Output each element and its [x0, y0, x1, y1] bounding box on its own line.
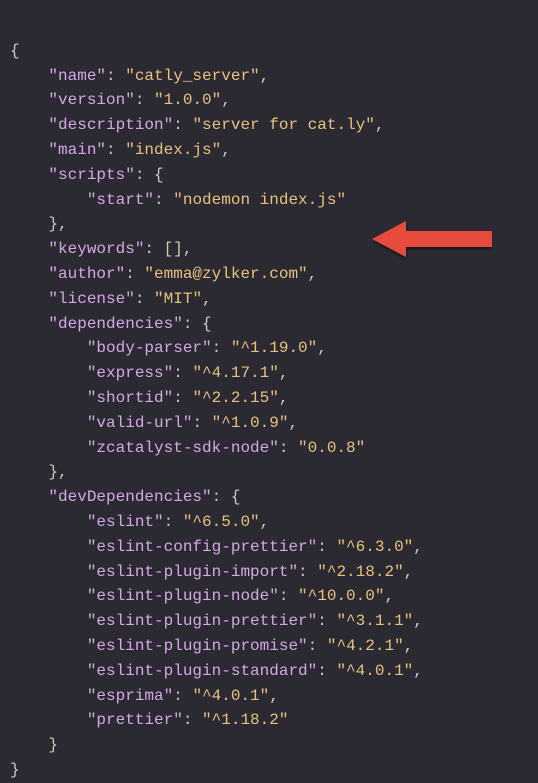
- dev-eslint-config-prettier-val: "^6.3.0": [336, 538, 413, 556]
- dev-eslint-plugin-standard-key: "eslint-plugin-standard": [87, 662, 317, 680]
- json-code-block: { "name": "catly_server", "version": "1.…: [10, 14, 534, 783]
- dev-esprima-key: "esprima": [87, 687, 173, 705]
- dep-express-val: "^4.17.1": [192, 364, 278, 382]
- dep-zcatalyst-key: "zcatalyst-sdk-node": [87, 439, 279, 457]
- dev-eslint-plugin-node-val: "^10.0.0": [298, 587, 384, 605]
- start-key: "start": [87, 191, 154, 209]
- dev-eslint-plugin-node-key: "eslint-plugin-node": [87, 587, 279, 605]
- dev-eslint-plugin-standard-val: "^4.0.1": [336, 662, 413, 680]
- dev-eslint-key: "eslint": [87, 513, 164, 531]
- start-val: "nodemon index.js": [173, 191, 346, 209]
- devdependencies-key: "devDependencies": [48, 488, 211, 506]
- license-val: "MIT": [154, 290, 202, 308]
- license-key: "license": [48, 290, 134, 308]
- dev-eslint-plugin-import-val: "^2.18.2": [317, 563, 403, 581]
- dep-body-parser-key: "body-parser": [87, 339, 212, 357]
- dev-eslint-plugin-prettier-key: "eslint-plugin-prettier": [87, 612, 317, 630]
- dev-eslint-val: "^6.5.0": [183, 513, 260, 531]
- brace-close: }: [10, 761, 20, 779]
- dev-eslint-config-prettier-key: "eslint-config-prettier": [87, 538, 317, 556]
- dep-valid-url-val: "^1.0.9": [212, 414, 289, 432]
- dev-prettier-key: "prettier": [87, 711, 183, 729]
- dev-eslint-plugin-import-key: "eslint-plugin-import": [87, 563, 298, 581]
- main-val: "index.js": [125, 141, 221, 159]
- name-val: "catly_server": [125, 67, 259, 85]
- dep-express-key: "express": [87, 364, 173, 382]
- brace-open: {: [10, 42, 20, 60]
- dep-body-parser-val: "^1.19.0": [231, 339, 317, 357]
- scripts-key: "scripts": [48, 166, 134, 184]
- dep-valid-url-key: "valid-url": [87, 414, 193, 432]
- name-key: "name": [48, 67, 106, 85]
- main-key: "main": [48, 141, 106, 159]
- author-key: "author": [48, 265, 125, 283]
- author-val: "emma@zylker.com": [144, 265, 307, 283]
- dev-esprima-val: "^4.0.1": [192, 687, 269, 705]
- dev-eslint-plugin-prettier-val: "^3.1.1": [336, 612, 413, 630]
- dev-prettier-val: "^1.18.2": [202, 711, 288, 729]
- dependencies-key: "dependencies": [48, 315, 182, 333]
- version-val: "1.0.0": [154, 91, 221, 109]
- dep-zcatalyst-val: "0.0.8": [298, 439, 365, 457]
- description-key: "description": [48, 116, 173, 134]
- dep-shortid-key: "shortid": [87, 389, 173, 407]
- description-val: "server for cat.ly": [192, 116, 374, 134]
- keywords-key: "keywords": [48, 240, 144, 258]
- version-key: "version": [48, 91, 134, 109]
- dep-shortid-val: "^2.2.15": [192, 389, 278, 407]
- dev-eslint-plugin-promise-val: "^4.2.1": [327, 637, 404, 655]
- dev-eslint-plugin-promise-key: "eslint-plugin-promise": [87, 637, 308, 655]
